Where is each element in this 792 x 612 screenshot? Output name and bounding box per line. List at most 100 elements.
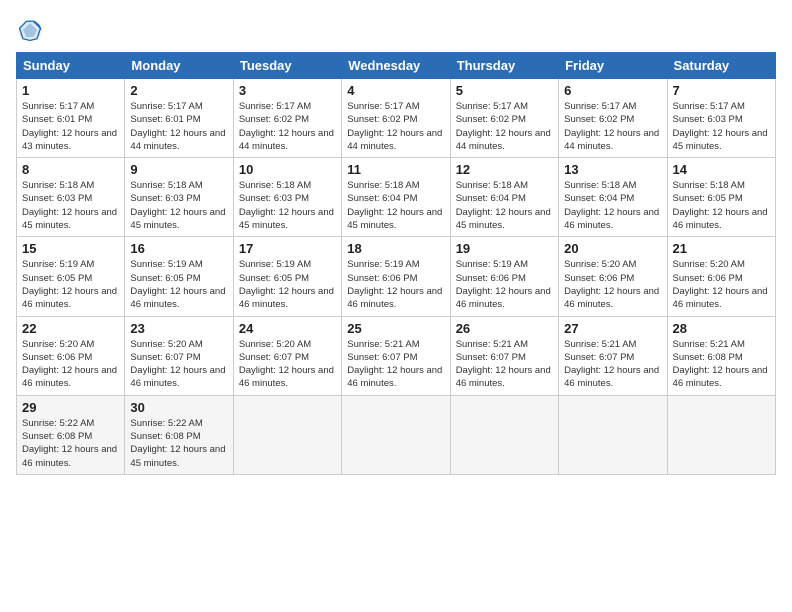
- day-number: 13: [564, 162, 661, 177]
- calendar-day-cell: 25 Sunrise: 5:21 AM Sunset: 6:07 PM Dayl…: [342, 316, 450, 395]
- day-number: 18: [347, 241, 444, 256]
- calendar-day-header: Thursday: [450, 53, 558, 79]
- day-info: Sunrise: 5:20 AM Sunset: 6:06 PM Dayligh…: [564, 258, 661, 311]
- day-number: 3: [239, 83, 336, 98]
- calendar-day-cell: [233, 395, 341, 474]
- day-info: Sunrise: 5:17 AM Sunset: 6:01 PM Dayligh…: [130, 100, 227, 153]
- calendar-day-cell: 9 Sunrise: 5:18 AM Sunset: 6:03 PM Dayli…: [125, 158, 233, 237]
- calendar-day-header: Monday: [125, 53, 233, 79]
- day-info: Sunrise: 5:21 AM Sunset: 6:07 PM Dayligh…: [347, 338, 444, 391]
- day-number: 24: [239, 321, 336, 336]
- calendar-day-cell: 22 Sunrise: 5:20 AM Sunset: 6:06 PM Dayl…: [17, 316, 125, 395]
- day-number: 12: [456, 162, 553, 177]
- calendar-day-cell: [450, 395, 558, 474]
- day-number: 10: [239, 162, 336, 177]
- day-number: 29: [22, 400, 119, 415]
- calendar-header-row: SundayMondayTuesdayWednesdayThursdayFrid…: [17, 53, 776, 79]
- day-info: Sunrise: 5:21 AM Sunset: 6:08 PM Dayligh…: [673, 338, 770, 391]
- calendar-week-row: 1 Sunrise: 5:17 AM Sunset: 6:01 PM Dayli…: [17, 79, 776, 158]
- day-info: Sunrise: 5:17 AM Sunset: 6:02 PM Dayligh…: [239, 100, 336, 153]
- logo-icon: [16, 16, 44, 44]
- day-info: Sunrise: 5:19 AM Sunset: 6:06 PM Dayligh…: [347, 258, 444, 311]
- calendar-day-cell: 14 Sunrise: 5:18 AM Sunset: 6:05 PM Dayl…: [667, 158, 775, 237]
- page-header: [16, 16, 776, 44]
- calendar-day-cell: 4 Sunrise: 5:17 AM Sunset: 6:02 PM Dayli…: [342, 79, 450, 158]
- calendar-day-cell: 8 Sunrise: 5:18 AM Sunset: 6:03 PM Dayli…: [17, 158, 125, 237]
- calendar-day-cell: 12 Sunrise: 5:18 AM Sunset: 6:04 PM Dayl…: [450, 158, 558, 237]
- calendar-day-cell: 29 Sunrise: 5:22 AM Sunset: 6:08 PM Dayl…: [17, 395, 125, 474]
- day-info: Sunrise: 5:20 AM Sunset: 6:07 PM Dayligh…: [130, 338, 227, 391]
- day-number: 22: [22, 321, 119, 336]
- calendar-week-row: 15 Sunrise: 5:19 AM Sunset: 6:05 PM Dayl…: [17, 237, 776, 316]
- day-info: Sunrise: 5:18 AM Sunset: 6:03 PM Dayligh…: [130, 179, 227, 232]
- day-number: 7: [673, 83, 770, 98]
- calendar-table: SundayMondayTuesdayWednesdayThursdayFrid…: [16, 52, 776, 475]
- day-info: Sunrise: 5:22 AM Sunset: 6:08 PM Dayligh…: [130, 417, 227, 470]
- day-info: Sunrise: 5:18 AM Sunset: 6:03 PM Dayligh…: [22, 179, 119, 232]
- day-info: Sunrise: 5:21 AM Sunset: 6:07 PM Dayligh…: [564, 338, 661, 391]
- calendar-day-header: Tuesday: [233, 53, 341, 79]
- calendar-day-cell: 15 Sunrise: 5:19 AM Sunset: 6:05 PM Dayl…: [17, 237, 125, 316]
- calendar-day-header: Saturday: [667, 53, 775, 79]
- calendar-day-cell: 30 Sunrise: 5:22 AM Sunset: 6:08 PM Dayl…: [125, 395, 233, 474]
- day-info: Sunrise: 5:18 AM Sunset: 6:03 PM Dayligh…: [239, 179, 336, 232]
- calendar-day-cell: 5 Sunrise: 5:17 AM Sunset: 6:02 PM Dayli…: [450, 79, 558, 158]
- day-number: 26: [456, 321, 553, 336]
- logo: [16, 16, 48, 44]
- calendar-day-cell: 7 Sunrise: 5:17 AM Sunset: 6:03 PM Dayli…: [667, 79, 775, 158]
- day-number: 27: [564, 321, 661, 336]
- calendar-day-cell: 11 Sunrise: 5:18 AM Sunset: 6:04 PM Dayl…: [342, 158, 450, 237]
- calendar-week-row: 29 Sunrise: 5:22 AM Sunset: 6:08 PM Dayl…: [17, 395, 776, 474]
- day-info: Sunrise: 5:19 AM Sunset: 6:05 PM Dayligh…: [22, 258, 119, 311]
- day-info: Sunrise: 5:17 AM Sunset: 6:02 PM Dayligh…: [347, 100, 444, 153]
- calendar-day-cell: 20 Sunrise: 5:20 AM Sunset: 6:06 PM Dayl…: [559, 237, 667, 316]
- day-info: Sunrise: 5:21 AM Sunset: 6:07 PM Dayligh…: [456, 338, 553, 391]
- calendar-day-cell: 19 Sunrise: 5:19 AM Sunset: 6:06 PM Dayl…: [450, 237, 558, 316]
- day-info: Sunrise: 5:18 AM Sunset: 6:04 PM Dayligh…: [456, 179, 553, 232]
- calendar-day-header: Wednesday: [342, 53, 450, 79]
- day-number: 6: [564, 83, 661, 98]
- day-info: Sunrise: 5:20 AM Sunset: 6:07 PM Dayligh…: [239, 338, 336, 391]
- day-info: Sunrise: 5:22 AM Sunset: 6:08 PM Dayligh…: [22, 417, 119, 470]
- calendar-day-cell: 21 Sunrise: 5:20 AM Sunset: 6:06 PM Dayl…: [667, 237, 775, 316]
- day-number: 21: [673, 241, 770, 256]
- calendar-day-cell: [667, 395, 775, 474]
- day-number: 30: [130, 400, 227, 415]
- day-number: 14: [673, 162, 770, 177]
- day-info: Sunrise: 5:17 AM Sunset: 6:02 PM Dayligh…: [564, 100, 661, 153]
- day-info: Sunrise: 5:18 AM Sunset: 6:04 PM Dayligh…: [564, 179, 661, 232]
- calendar-week-row: 22 Sunrise: 5:20 AM Sunset: 6:06 PM Dayl…: [17, 316, 776, 395]
- calendar-day-cell: [342, 395, 450, 474]
- day-number: 1: [22, 83, 119, 98]
- day-info: Sunrise: 5:19 AM Sunset: 6:05 PM Dayligh…: [239, 258, 336, 311]
- day-number: 5: [456, 83, 553, 98]
- day-number: 23: [130, 321, 227, 336]
- day-info: Sunrise: 5:18 AM Sunset: 6:04 PM Dayligh…: [347, 179, 444, 232]
- day-number: 20: [564, 241, 661, 256]
- day-number: 25: [347, 321, 444, 336]
- calendar-day-cell: 18 Sunrise: 5:19 AM Sunset: 6:06 PM Dayl…: [342, 237, 450, 316]
- calendar-day-cell: 3 Sunrise: 5:17 AM Sunset: 6:02 PM Dayli…: [233, 79, 341, 158]
- day-number: 11: [347, 162, 444, 177]
- calendar-day-cell: 16 Sunrise: 5:19 AM Sunset: 6:05 PM Dayl…: [125, 237, 233, 316]
- day-info: Sunrise: 5:17 AM Sunset: 6:03 PM Dayligh…: [673, 100, 770, 153]
- calendar-day-cell: [559, 395, 667, 474]
- calendar-day-cell: 17 Sunrise: 5:19 AM Sunset: 6:05 PM Dayl…: [233, 237, 341, 316]
- calendar-day-cell: 2 Sunrise: 5:17 AM Sunset: 6:01 PM Dayli…: [125, 79, 233, 158]
- calendar-day-cell: 13 Sunrise: 5:18 AM Sunset: 6:04 PM Dayl…: [559, 158, 667, 237]
- day-number: 9: [130, 162, 227, 177]
- day-number: 15: [22, 241, 119, 256]
- day-number: 2: [130, 83, 227, 98]
- calendar-day-cell: 10 Sunrise: 5:18 AM Sunset: 6:03 PM Dayl…: [233, 158, 341, 237]
- day-info: Sunrise: 5:20 AM Sunset: 6:06 PM Dayligh…: [673, 258, 770, 311]
- day-info: Sunrise: 5:20 AM Sunset: 6:06 PM Dayligh…: [22, 338, 119, 391]
- day-number: 28: [673, 321, 770, 336]
- calendar-day-cell: 27 Sunrise: 5:21 AM Sunset: 6:07 PM Dayl…: [559, 316, 667, 395]
- calendar-week-row: 8 Sunrise: 5:18 AM Sunset: 6:03 PM Dayli…: [17, 158, 776, 237]
- day-number: 17: [239, 241, 336, 256]
- day-number: 8: [22, 162, 119, 177]
- calendar-day-cell: 6 Sunrise: 5:17 AM Sunset: 6:02 PM Dayli…: [559, 79, 667, 158]
- calendar-day-header: Friday: [559, 53, 667, 79]
- day-number: 16: [130, 241, 227, 256]
- calendar-day-cell: 28 Sunrise: 5:21 AM Sunset: 6:08 PM Dayl…: [667, 316, 775, 395]
